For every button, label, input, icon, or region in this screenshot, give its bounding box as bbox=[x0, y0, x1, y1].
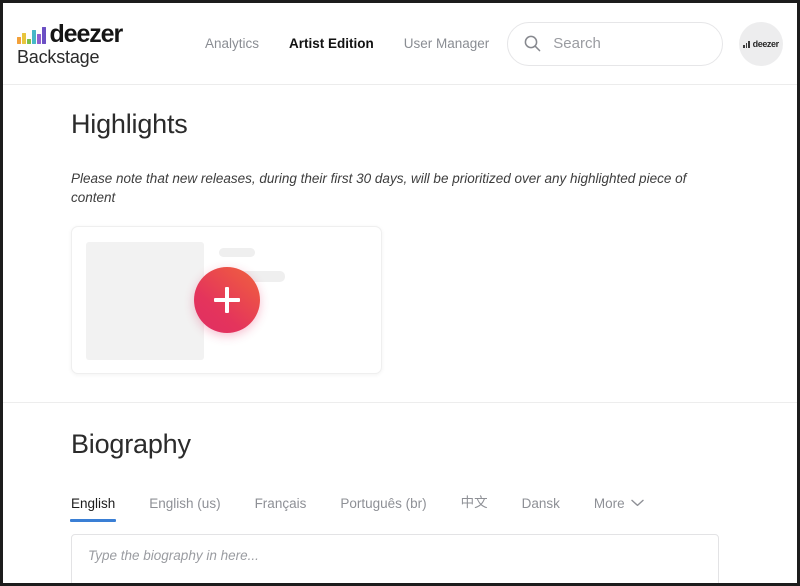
biography-section: Biography English English (us) Français … bbox=[3, 403, 797, 583]
nav-item-analytics[interactable]: Analytics bbox=[205, 36, 259, 51]
nav-item-artist-edition[interactable]: Artist Edition bbox=[289, 36, 374, 51]
avatar[interactable]: deezer bbox=[739, 21, 783, 66]
deezer-equalizer-logo-icon bbox=[17, 26, 46, 45]
brand-logo[interactable]: deezer Backstage bbox=[17, 19, 179, 69]
brand-name: deezer bbox=[49, 19, 124, 48]
highlight-card-list bbox=[71, 226, 757, 374]
biography-title: Biography bbox=[71, 429, 191, 459]
highlights-section: Highlights Please note that new releases… bbox=[3, 85, 797, 403]
tab-english[interactable]: English bbox=[69, 496, 117, 522]
tab-label: 中文 bbox=[460, 495, 488, 510]
chevron-down-icon bbox=[630, 495, 644, 510]
tab-label: English (us) bbox=[149, 496, 221, 511]
search-box[interactable] bbox=[507, 21, 723, 66]
app-window: deezer Backstage Analytics Artist Editio… bbox=[0, 0, 800, 586]
tab-more[interactable]: More bbox=[594, 495, 644, 522]
highlights-title: Highlights bbox=[71, 109, 188, 139]
biography-editor[interactable] bbox=[71, 534, 719, 583]
app-header: deezer Backstage Analytics Artist Editio… bbox=[3, 3, 797, 85]
tab-label: Français bbox=[254, 496, 307, 511]
tab-dansk[interactable]: Dansk bbox=[522, 496, 560, 522]
highlight-placeholder-card[interactable] bbox=[71, 226, 382, 374]
plus-icon bbox=[213, 287, 240, 313]
nav-item-user-manager[interactable]: User Manager bbox=[404, 36, 490, 51]
tab-label: More bbox=[593, 495, 625, 511]
tab-francais[interactable]: Français bbox=[255, 496, 307, 522]
main-navigation: Analytics Artist Edition User Manager bbox=[205, 36, 489, 51]
language-tabs: English English (us) Français Português … bbox=[69, 491, 757, 522]
avatar-label: deezer bbox=[752, 38, 780, 49]
tab-label: English bbox=[71, 496, 116, 511]
tab-label: Português (br) bbox=[340, 496, 427, 511]
tab-portugues-br[interactable]: Português (br) bbox=[340, 496, 426, 522]
brand-subtitle: Backstage bbox=[17, 46, 100, 67]
highlights-note: Please note that new releases, during th… bbox=[71, 171, 687, 205]
deezer-avatar-icon: deezer bbox=[743, 38, 780, 49]
skeleton-thumbnail bbox=[86, 242, 204, 360]
tab-chinese[interactable]: 中文 bbox=[461, 491, 488, 522]
skeleton-line-short bbox=[219, 248, 255, 257]
tab-label: Dansk bbox=[521, 496, 560, 511]
brand-logo-row: deezer bbox=[17, 19, 179, 48]
search-input[interactable] bbox=[553, 35, 706, 52]
tab-english-us[interactable]: English (us) bbox=[149, 496, 220, 522]
add-highlight-button[interactable] bbox=[193, 267, 260, 333]
search-icon bbox=[524, 35, 541, 52]
